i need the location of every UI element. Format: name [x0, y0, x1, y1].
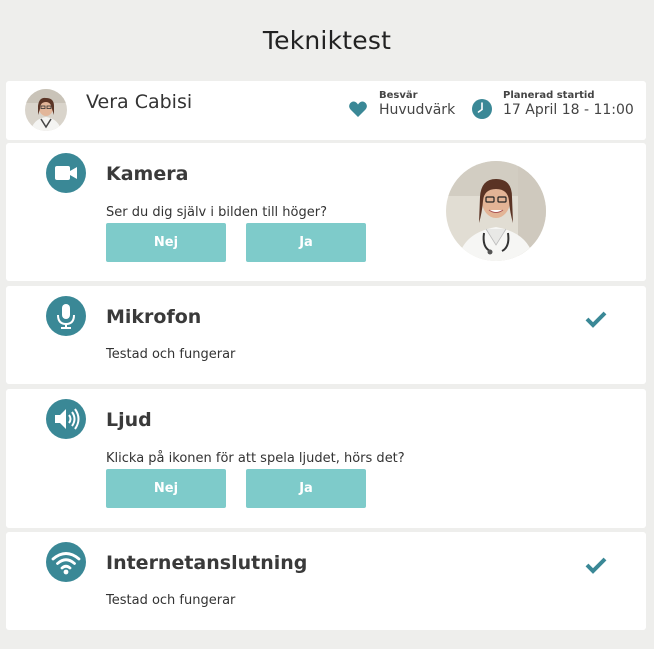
start-value: 17 April 18 - 11:00: [503, 102, 634, 118]
patient-card: Vera Cabisi Besvär Huvudvärk Planerad st…: [6, 81, 646, 140]
microphone-title: Mikrofon: [106, 306, 202, 328]
page-title: Tekniktest: [262, 26, 392, 55]
camera-question: Ser du dig själv i bilden till höger?: [106, 205, 327, 220]
complaint-value: Huvudvärk: [379, 102, 456, 118]
speaker-icon[interactable]: [46, 399, 86, 439]
internet-section: Internetanslutning Testad och fungerar: [6, 532, 646, 630]
start-label: Planerad startid: [503, 90, 595, 101]
sound-yes-button[interactable]: Ja: [246, 469, 366, 508]
camera-section: Kamera Ser du dig själv i bilden till hö…: [6, 143, 646, 281]
camera-no-button[interactable]: Nej: [106, 223, 226, 262]
wifi-icon: [46, 542, 86, 582]
heart-icon: [349, 101, 367, 117]
microphone-section: Mikrofon Testad och fungerar: [6, 286, 646, 384]
camera-preview: [446, 161, 546, 261]
camera-icon: [46, 153, 86, 193]
microphone-icon: [46, 296, 86, 336]
camera-title: Kamera: [106, 163, 189, 185]
avatar: [25, 89, 67, 131]
sound-question: Klicka på ikonen för att spela ljudet, h…: [106, 451, 405, 466]
internet-title: Internetanslutning: [106, 552, 308, 574]
patient-name: Vera Cabisi: [86, 91, 193, 113]
sound-title: Ljud: [106, 409, 152, 431]
microphone-status: Testad och fungerar: [106, 347, 236, 362]
sound-no-button[interactable]: Nej: [106, 469, 226, 508]
check-icon: [585, 311, 607, 328]
sound-section: Ljud Klicka på ikonen för att spela ljud…: [6, 389, 646, 528]
complaint-label: Besvär: [379, 90, 418, 101]
check-icon: [585, 557, 607, 574]
internet-status: Testad och fungerar: [106, 593, 236, 608]
clock-icon: [472, 99, 492, 119]
camera-yes-button[interactable]: Ja: [246, 223, 366, 262]
